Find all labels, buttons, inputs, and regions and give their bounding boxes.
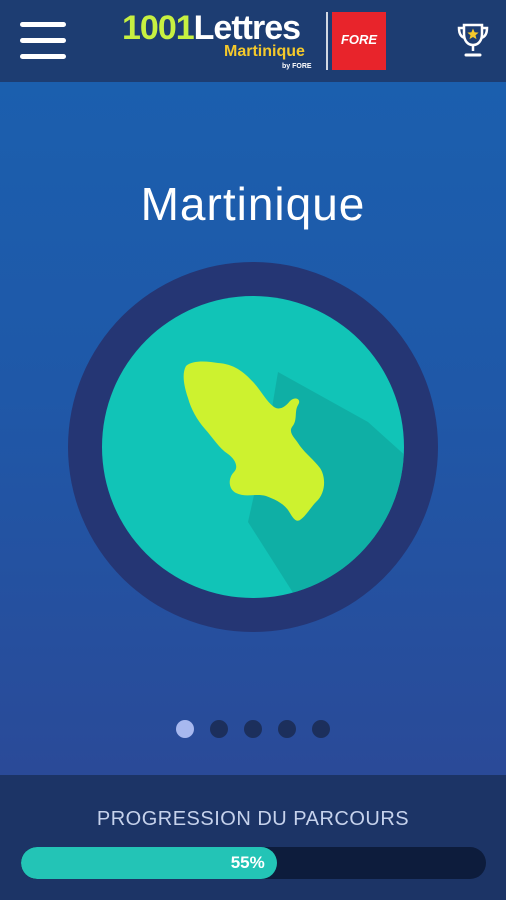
logo-word: Lettres <box>193 9 301 47</box>
page-dot-1[interactable] <box>176 720 194 738</box>
carousel-page-indicator <box>0 720 506 738</box>
progress-value: 55% <box>230 853 265 872</box>
logo-divider <box>326 12 328 70</box>
logo-title: 1001Lettres <box>122 9 301 47</box>
trophy-button[interactable] <box>456 22 490 58</box>
page-dot-4[interactable] <box>278 720 296 738</box>
hamburger-menu-icon-bar <box>20 54 66 59</box>
trophy-star-icon <box>457 23 489 57</box>
hamburger-menu-icon-bar <box>20 38 66 43</box>
progress-label: PROGRESSION DU PARCOURS <box>96 808 410 830</box>
top-app-bar: 1001Lettres Martinique by FORE FORE <box>0 0 506 82</box>
page-dot-2[interactable] <box>210 720 228 738</box>
page-dot-5[interactable] <box>312 720 330 738</box>
progress-bar-fill: 55% <box>21 847 277 879</box>
martinique-island-map-icon <box>68 262 438 632</box>
progress-bar-track: 55% <box>21 847 486 879</box>
logo-number: 1001 <box>122 9 195 47</box>
page-dot-3[interactable] <box>244 720 262 738</box>
partner-logo-text: FORE <box>340 32 378 47</box>
logo-subtitle: Martinique <box>224 43 305 60</box>
progress-section <box>0 775 506 900</box>
hamburger-menu-icon <box>20 22 66 27</box>
region-card[interactable] <box>68 262 438 632</box>
region-title: Martinique <box>140 178 366 230</box>
menu-button[interactable] <box>20 20 66 62</box>
partner-logo: FORE <box>332 12 386 70</box>
app-logo: 1001Lettres Martinique by FORE FORE <box>122 10 388 74</box>
logo-byline: by FORE <box>282 63 312 70</box>
